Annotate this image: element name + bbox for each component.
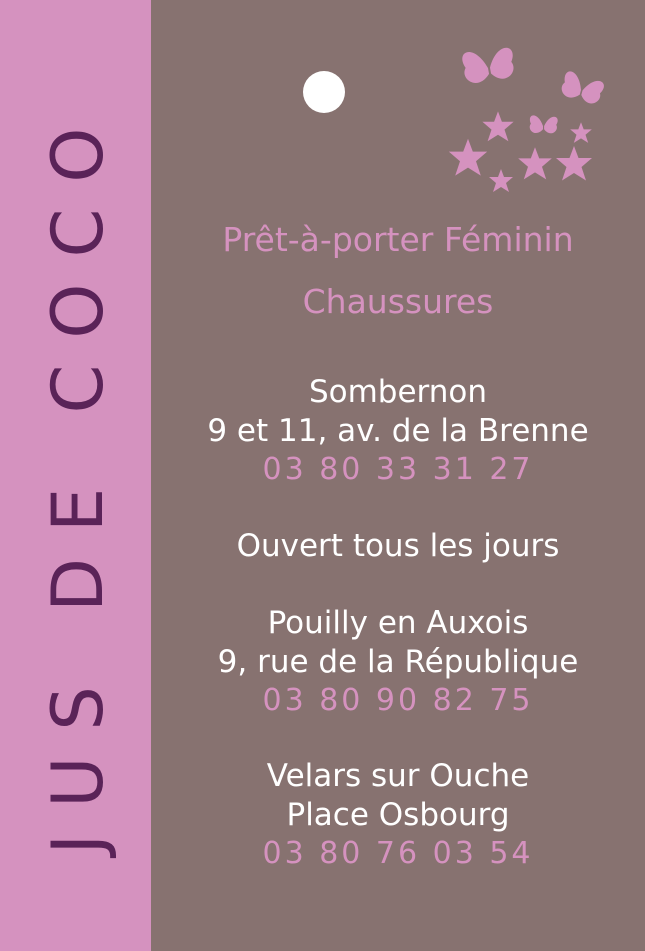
tagline-line2: Chaussures (302, 282, 494, 321)
star-icon (556, 146, 592, 181)
store-city: Velars sur Ouche (266, 758, 530, 794)
brand-name: JUS DE COCO (37, 101, 119, 855)
tagline-line1: Prêt-à-porter Féminin (222, 220, 574, 259)
opening-hours: Ouvert tous les jours (236, 528, 560, 564)
star-icon (482, 111, 514, 142)
butterfly-icon (462, 47, 514, 83)
store-address: 9, rue de la République (217, 644, 579, 680)
star-icon (518, 147, 552, 180)
hang-hole (303, 71, 345, 113)
butterfly-icon (561, 71, 604, 104)
butterfly-icon (529, 115, 558, 134)
store-address: 9 et 11, av. de la Brenne (207, 413, 589, 449)
store-city: Sombernon (308, 374, 488, 410)
decoration-butterflies-stars (448, 47, 604, 192)
store-address: Place Osbourg (286, 797, 510, 833)
store-phone: 03 80 76 03 54 (262, 836, 534, 871)
star-icon (570, 122, 592, 143)
star-icon (489, 169, 513, 192)
star-icon (448, 138, 488, 176)
side-band: JUS DE COCO (0, 0, 151, 951)
store-phone: 03 80 33 31 27 (262, 452, 534, 487)
store-phone: 03 80 90 82 75 (262, 683, 534, 718)
store-city: Pouilly en Auxois (267, 605, 529, 641)
card-main: Prêt-à-porter Féminin Chaussures Sombern… (151, 0, 645, 951)
